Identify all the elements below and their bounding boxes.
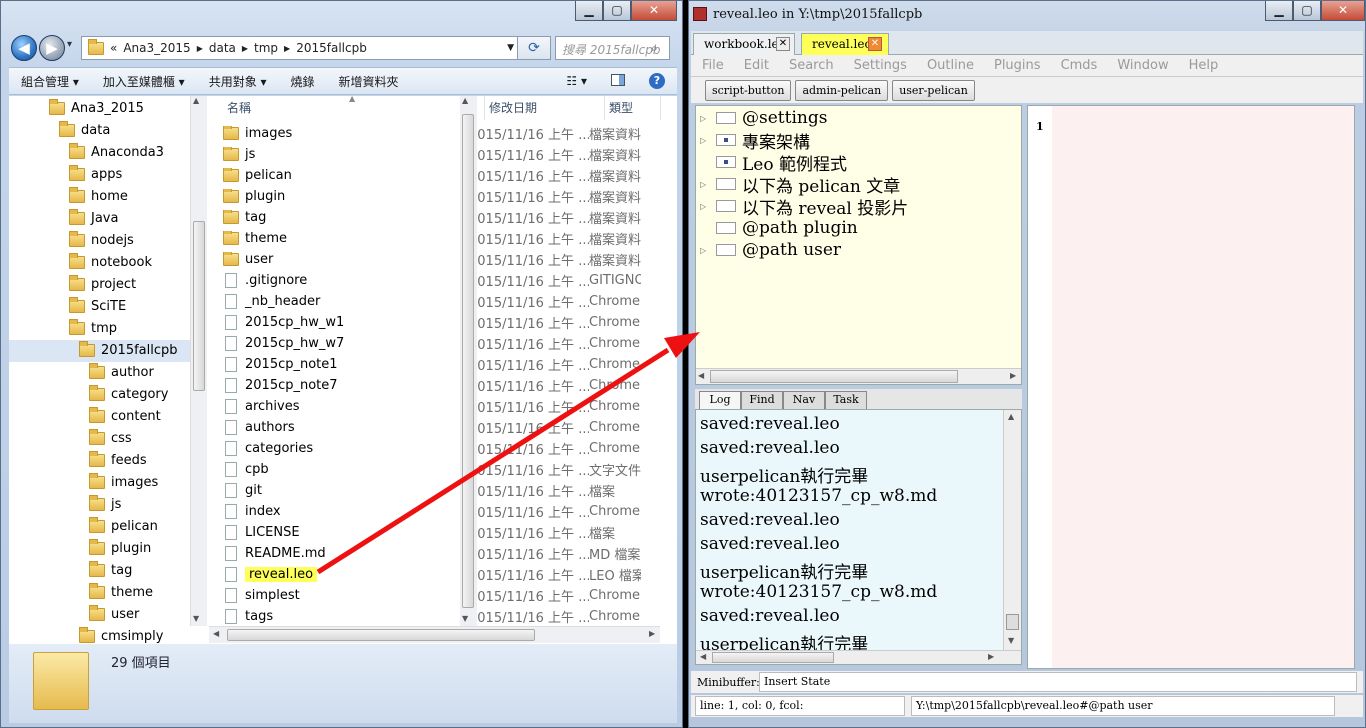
arrow-head: [664, 332, 700, 358]
annotation-arrow: [316, 332, 700, 575]
arrow-shaft: [316, 347, 670, 575]
